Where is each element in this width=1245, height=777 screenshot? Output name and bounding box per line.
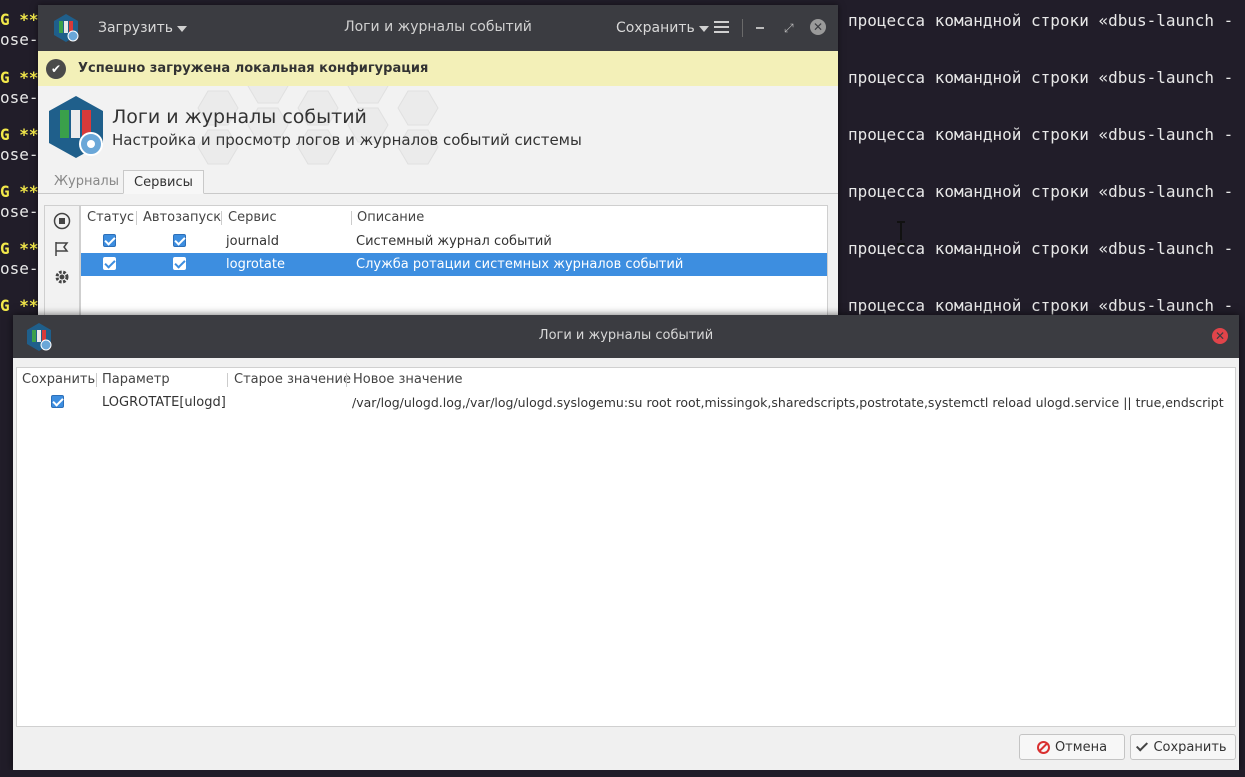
terminal-left-fragment: G ** [0, 68, 39, 87]
status-checkbox[interactable] [103, 257, 116, 270]
parameter-name: LOGROTATE[ulogd] [102, 395, 226, 410]
main-titlebar[interactable]: Загрузить Логи и журналы событий Сохрани… [38, 5, 838, 51]
hamburger-menu-icon[interactable] [714, 21, 729, 33]
service-name: logrotate [226, 257, 285, 272]
changes-table: Сохранить Параметр Старое значение Новое… [16, 367, 1236, 727]
terminal-line: процесса командной строки «dbus-launch - [848, 125, 1234, 144]
services-table: Статус Автозапуск Сервис Описание journa… [80, 205, 828, 325]
terminal-line: процесса командной строки «dbus-launch - [848, 239, 1234, 258]
column-header-status[interactable]: Статус [87, 210, 134, 225]
cancel-button[interactable]: Отмена [1019, 734, 1125, 760]
terminal-left-fragment: G ** [0, 296, 39, 315]
column-header-service[interactable]: Сервис [228, 210, 277, 225]
terminal-bottom-strip [0, 770, 1245, 777]
close-icon[interactable]: ✕ [810, 19, 826, 35]
success-notice: ✔ Успешно загружена локальная конфигурац… [38, 51, 838, 86]
services-panel: Статус Автозапуск Сервис Описание journa… [44, 205, 828, 325]
flag-icon [55, 242, 69, 256]
chevron-down-icon [698, 26, 709, 32]
stop-service-button[interactable] [51, 210, 73, 232]
status-checkbox[interactable] [103, 234, 116, 247]
check-circle-icon: ✔ [46, 58, 66, 79]
column-header-old-value[interactable]: Старое значение [234, 372, 351, 387]
service-settings-button[interactable] [51, 266, 73, 288]
terminal-left-fragment: ose- [0, 259, 39, 278]
titlebar-divider [742, 19, 743, 37]
save-button-label: Сохранить [1153, 739, 1227, 755]
maximize-icon[interactable]: ⤢ [784, 21, 794, 36]
dialog-titlebar[interactable]: Логи и журналы событий ✕ [13, 315, 1239, 358]
terminal-line: процесса командной строки «dbus-launch - [848, 68, 1234, 87]
close-icon[interactable]: ✕ [1212, 328, 1228, 344]
cancel-icon [1036, 740, 1050, 754]
module-header: Логи и журналы событий Настройка и просм… [38, 86, 838, 168]
column-header-save[interactable]: Сохранить [22, 372, 95, 387]
cancel-button-label: Отмена [1054, 739, 1108, 755]
logs-app-icon [49, 96, 103, 158]
save-menu-label: Сохранить [616, 20, 695, 36]
dialog-title: Логи и журналы событий [538, 328, 714, 343]
autostart-checkbox[interactable] [173, 234, 186, 247]
services-toolbar [44, 205, 80, 325]
flag-button[interactable] [51, 238, 73, 260]
table-row[interactable]: logrotate Служба ротации системных журна… [81, 253, 827, 276]
minimize-icon[interactable] [756, 27, 764, 29]
notice-text: Успешно загружена локальная конфигурация [78, 61, 429, 76]
column-header-autostart[interactable]: Автозапуск [143, 210, 221, 225]
table-row[interactable]: LOGROTATE[ulogd] /var/log/ulogd.log,/var… [17, 391, 1235, 414]
service-description: Служба ротации системных журналов событи… [356, 257, 684, 272]
service-description: Системный журнал событий [356, 234, 552, 249]
service-name: journald [226, 234, 279, 249]
terminal-left-fragment: ose- [0, 202, 39, 221]
autostart-checkbox[interactable] [173, 257, 186, 270]
table-row[interactable]: journald Системный журнал событий [81, 230, 827, 253]
save-checkbox[interactable] [51, 395, 64, 408]
changes-dialog: Логи и журналы событий ✕ Сохранить Парам… [13, 315, 1239, 770]
new-value: /var/log/ulogd.log,/var/log/ulogd.syslog… [352, 395, 1224, 410]
tab-journals[interactable]: Журналы [44, 170, 129, 194]
terminal-line: процесса командной строки «dbus-launch - [848, 11, 1234, 30]
terminal-left-fragment: ose- [0, 30, 39, 49]
terminal-left-fragment: ose- [0, 88, 39, 107]
tab-bar: Журналы Сервисы [38, 168, 838, 194]
terminal-left-fragment: G ** [0, 239, 39, 258]
main-window: Загрузить Логи и журналы событий Сохрани… [38, 5, 838, 325]
gear-icon [55, 270, 69, 284]
tab-services[interactable]: Сервисы [123, 170, 204, 194]
save-button[interactable]: Сохранить [1130, 734, 1236, 760]
save-menu[interactable]: Сохранить [616, 20, 709, 36]
terminal-left-fragment: G ** [0, 182, 39, 201]
header-title: Логи и журналы событий [112, 106, 367, 128]
column-header-new-value[interactable]: Новое значение [353, 372, 462, 387]
header-subtitle: Настройка и просмотр логов и журналов со… [112, 131, 582, 149]
terminal-left-fragment: G ** [0, 10, 39, 29]
services-table-header: Статус Автозапуск Сервис Описание [81, 206, 827, 230]
terminal-left-fragment: G ** [0, 125, 39, 144]
column-header-parameter[interactable]: Параметр [102, 372, 170, 387]
text-cursor-icon [896, 220, 906, 245]
terminal-line: процесса командной строки «dbus-launch - [848, 296, 1234, 315]
column-header-description[interactable]: Описание [357, 210, 424, 225]
changes-table-header: Сохранить Параметр Старое значение Новое… [17, 368, 1235, 391]
check-icon [1136, 739, 1149, 752]
stop-circle-icon [53, 212, 71, 230]
terminal-line: процесса командной строки «dbus-launch - [848, 182, 1234, 201]
terminal-left-fragment: ose- [0, 145, 39, 164]
